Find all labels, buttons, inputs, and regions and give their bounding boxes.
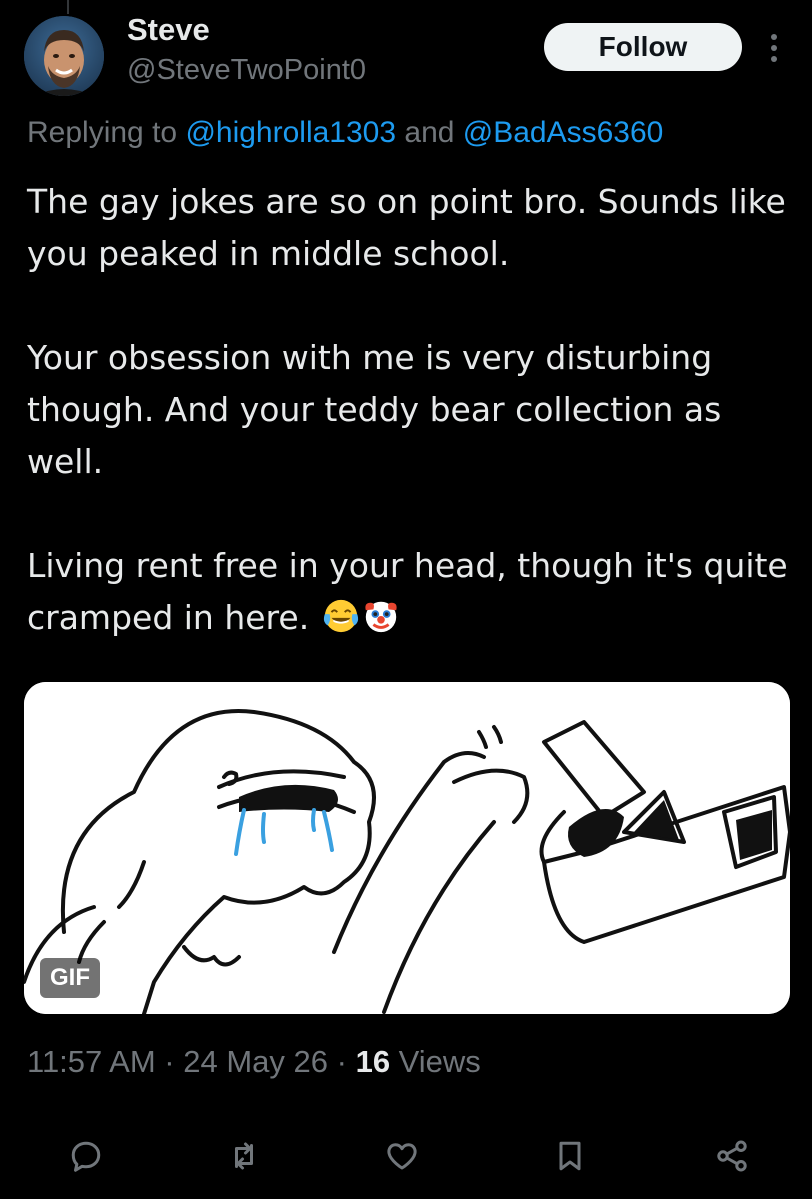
meta-separator: · — [328, 1044, 356, 1079]
tweet-date[interactable]: 24 May 26 — [183, 1044, 328, 1079]
user-avatar[interactable] — [24, 16, 104, 96]
reply-context: Replying to @highrolla1303 and @BadAss63… — [27, 116, 663, 150]
bookmark-icon — [559, 1141, 581, 1171]
views-count: 16 — [355, 1044, 391, 1079]
more-vertical-icon — [771, 34, 777, 62]
tweet-paragraph-text: Living rent free in your head, though it… — [27, 546, 788, 637]
retweet-icon — [235, 1142, 253, 1170]
reply-joiner: and — [396, 116, 463, 149]
tweet-paragraph: The gay jokes are so on point bro. Sound… — [27, 182, 786, 273]
face-with-tears-of-joy-emoji-icon — [323, 599, 358, 633]
gif-badge: GIF — [40, 958, 100, 998]
action-bar — [0, 1130, 812, 1186]
mention-link[interactable]: @highrolla1303 — [185, 116, 396, 149]
tweet-text: The gay jokes are so on point bro. Sound… — [27, 176, 802, 644]
bookmark-button[interactable] — [544, 1130, 596, 1182]
tweet-metadata: 11:57 AM · 24 May 26 · 16 Views — [27, 1044, 481, 1080]
tweet-paragraph: Living rent free in your head, though it… — [27, 540, 802, 644]
mention-link[interactable]: @BadAss6360 — [463, 116, 664, 149]
follow-button[interactable]: Follow — [544, 23, 742, 71]
display-name[interactable]: Steve — [127, 12, 210, 48]
clown-face-emoji-icon — [365, 601, 397, 633]
views-label: Views — [390, 1044, 481, 1079]
tweet-time[interactable]: 11:57 AM — [27, 1044, 156, 1079]
more-options-button[interactable] — [760, 28, 788, 68]
thread-connector-line — [67, 0, 69, 14]
profile-photo-icon — [24, 16, 104, 96]
reply-button[interactable] — [60, 1130, 112, 1182]
wojak-shape-sorter-gif-icon — [24, 682, 790, 1014]
share-button[interactable] — [706, 1130, 758, 1182]
gif-media[interactable]: GIF — [24, 682, 790, 1014]
share-icon — [717, 1140, 747, 1172]
tweet-paragraph: Your obsession with me is very disturbin… — [27, 338, 722, 481]
like-button[interactable] — [376, 1130, 428, 1182]
heart-icon — [387, 1143, 417, 1170]
retweet-button[interactable] — [218, 1130, 270, 1182]
reply-prefix: Replying to — [27, 116, 186, 149]
user-handle[interactable]: @SteveTwoPoint0 — [127, 54, 366, 87]
reply-icon — [71, 1141, 101, 1172]
meta-separator: · — [155, 1044, 184, 1079]
